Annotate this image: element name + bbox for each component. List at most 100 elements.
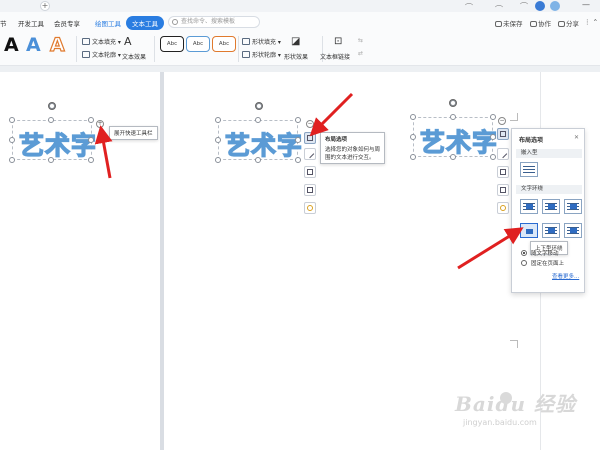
art-text-box-1[interactable]: 艺术字 [12, 120, 97, 161]
resize-handle[interactable] [410, 154, 416, 160]
shape-style-1[interactable]: Abc [160, 36, 184, 52]
textbox-link-icon[interactable]: ⊡ [334, 36, 342, 47]
art-text[interactable]: 艺术字 [224, 126, 303, 162]
unlink-icon[interactable]: ⇄ [358, 50, 363, 57]
unsaved-button[interactable]: 未保存 [495, 18, 523, 28]
text-effect-icon[interactable]: A [124, 35, 132, 48]
resize-handle[interactable] [490, 114, 496, 120]
panel-title: 布局选项 [519, 137, 544, 144]
watermark-url: jingyan.baidu.com [463, 418, 537, 427]
shape-effect-icon[interactable]: ◪ [291, 36, 300, 47]
edit-tool-button[interactable] [304, 148, 316, 160]
layout-options-panel: 布局选项 ✕ 嵌入型 文字环绕 上下型环绕 随文字移动 固定在页面上 查看更多.… [511, 128, 585, 293]
resize-handle[interactable] [450, 114, 456, 120]
fill-tool-button[interactable] [497, 166, 509, 178]
skin-icon[interactable] [550, 1, 560, 11]
wrap-square-button[interactable] [520, 199, 538, 214]
radio-move-with-text[interactable] [521, 250, 527, 256]
text-effect-button[interactable]: 文本效果 [122, 52, 146, 61]
bulb-icon [500, 205, 506, 211]
menu-member[interactable]: 会员专享 [54, 18, 80, 28]
bulb-tool-button[interactable] [497, 202, 509, 214]
text-style-blue[interactable]: A [26, 34, 41, 56]
resize-handle[interactable] [490, 154, 496, 160]
picture-icon [570, 204, 577, 209]
resize-handle[interactable] [450, 154, 456, 160]
resize-handle[interactable] [255, 157, 261, 163]
art-text-box-2[interactable]: 艺术字 [218, 120, 303, 161]
rotate-handle[interactable] [449, 99, 457, 107]
text-style-orange[interactable]: A [49, 33, 65, 56]
resize-handle[interactable] [295, 137, 301, 143]
edit-tool-button[interactable] [497, 148, 509, 160]
resize-handle[interactable] [9, 117, 15, 123]
layout-options-button[interactable] [304, 132, 316, 144]
shape-fill-button[interactable]: 形状填充 ▾ [242, 37, 281, 46]
collab-button[interactable]: 协作 [530, 18, 551, 28]
art-text-box-3[interactable]: 艺术字 [413, 117, 498, 158]
see-more-link[interactable]: 查看更多... [552, 272, 579, 280]
resize-handle[interactable] [48, 117, 54, 123]
wrap-through-button[interactable] [564, 199, 582, 214]
outline-tool-button[interactable] [304, 184, 316, 196]
collapse-toolbar-icon[interactable]: − [498, 117, 506, 125]
resize-handle[interactable] [490, 134, 496, 140]
more-icon[interactable]: ⋮ ⌃ [584, 18, 598, 26]
menu-developer-tools[interactable]: 开发工具 [18, 18, 44, 28]
fill-tool-button[interactable] [304, 166, 316, 178]
shape-outline-label: 形状轮廓 [252, 52, 277, 59]
resize-handle[interactable] [410, 114, 416, 120]
user-icon [530, 21, 537, 27]
resize-handle[interactable] [215, 157, 221, 163]
resize-handle[interactable] [88, 157, 94, 163]
resize-handle[interactable] [215, 137, 221, 143]
menu-section[interactable]: 节 [0, 18, 7, 28]
resize-handle[interactable] [48, 157, 54, 163]
resize-handle[interactable] [88, 137, 94, 143]
text-fill-button[interactable]: 文本填充 ▾ [82, 37, 121, 46]
ribbon-divider [238, 36, 239, 62]
text-fill-label: 文本填充 [92, 39, 117, 46]
layout-options-button[interactable] [497, 128, 509, 140]
rotate-handle[interactable] [255, 102, 263, 110]
resize-handle[interactable] [295, 157, 301, 163]
radio-fixed-on-page[interactable] [521, 260, 527, 266]
rotate-handle[interactable] [48, 102, 56, 110]
resize-handle[interactable] [88, 117, 94, 123]
bulb-tool-button[interactable] [304, 202, 316, 214]
text-style-black[interactable]: A [4, 34, 19, 56]
resize-handle[interactable] [215, 117, 221, 123]
art-text[interactable]: 艺术字 [18, 126, 97, 162]
share-button[interactable]: 分享 [558, 18, 579, 28]
account-icon[interactable] [535, 1, 545, 11]
textbox-link-button[interactable]: 文本框链接 [320, 52, 350, 61]
wrap-front-button[interactable] [564, 223, 582, 238]
wrap-tight-button[interactable] [542, 199, 560, 214]
shape-style-2[interactable]: Abc [186, 36, 210, 52]
text-outline-button[interactable]: 文本轮廓 ▾ [82, 50, 121, 59]
minimize-icon[interactable]: — [582, 0, 590, 9]
collapse-toolbar-icon[interactable]: − [306, 120, 314, 128]
resize-handle[interactable] [295, 117, 301, 123]
shape-outline-button[interactable]: 形状轮廓 ▾ [242, 50, 281, 59]
text-outline-icon [82, 51, 90, 58]
resize-handle[interactable] [255, 117, 261, 123]
shape-effect-button[interactable]: 形状效果 [284, 52, 308, 61]
new-tab-button[interactable]: + [40, 1, 50, 11]
link-icon[interactable]: ⇆ [358, 37, 363, 44]
art-text[interactable]: 艺术字 [419, 123, 498, 159]
close-icon[interactable]: ✕ [574, 134, 579, 141]
tab-text-tools[interactable]: 文本工具 [126, 16, 164, 30]
outline-tool-button[interactable] [497, 184, 509, 196]
resize-handle[interactable] [9, 157, 15, 163]
resize-handle[interactable] [410, 134, 416, 140]
wrap-top-bottom-button[interactable] [520, 223, 538, 238]
resize-handle[interactable] [9, 137, 15, 143]
picture-icon [548, 204, 555, 209]
search-input[interactable]: 查找命令、搜索模板 [168, 16, 260, 28]
tab-drawing-tools[interactable]: 绘图工具 [95, 18, 121, 28]
expand-toolbar-icon[interactable]: + [96, 120, 104, 128]
wrap-inline-button[interactable] [520, 162, 538, 177]
wrap-behind-button[interactable] [542, 223, 560, 238]
shape-style-3[interactable]: Abc [212, 36, 236, 52]
